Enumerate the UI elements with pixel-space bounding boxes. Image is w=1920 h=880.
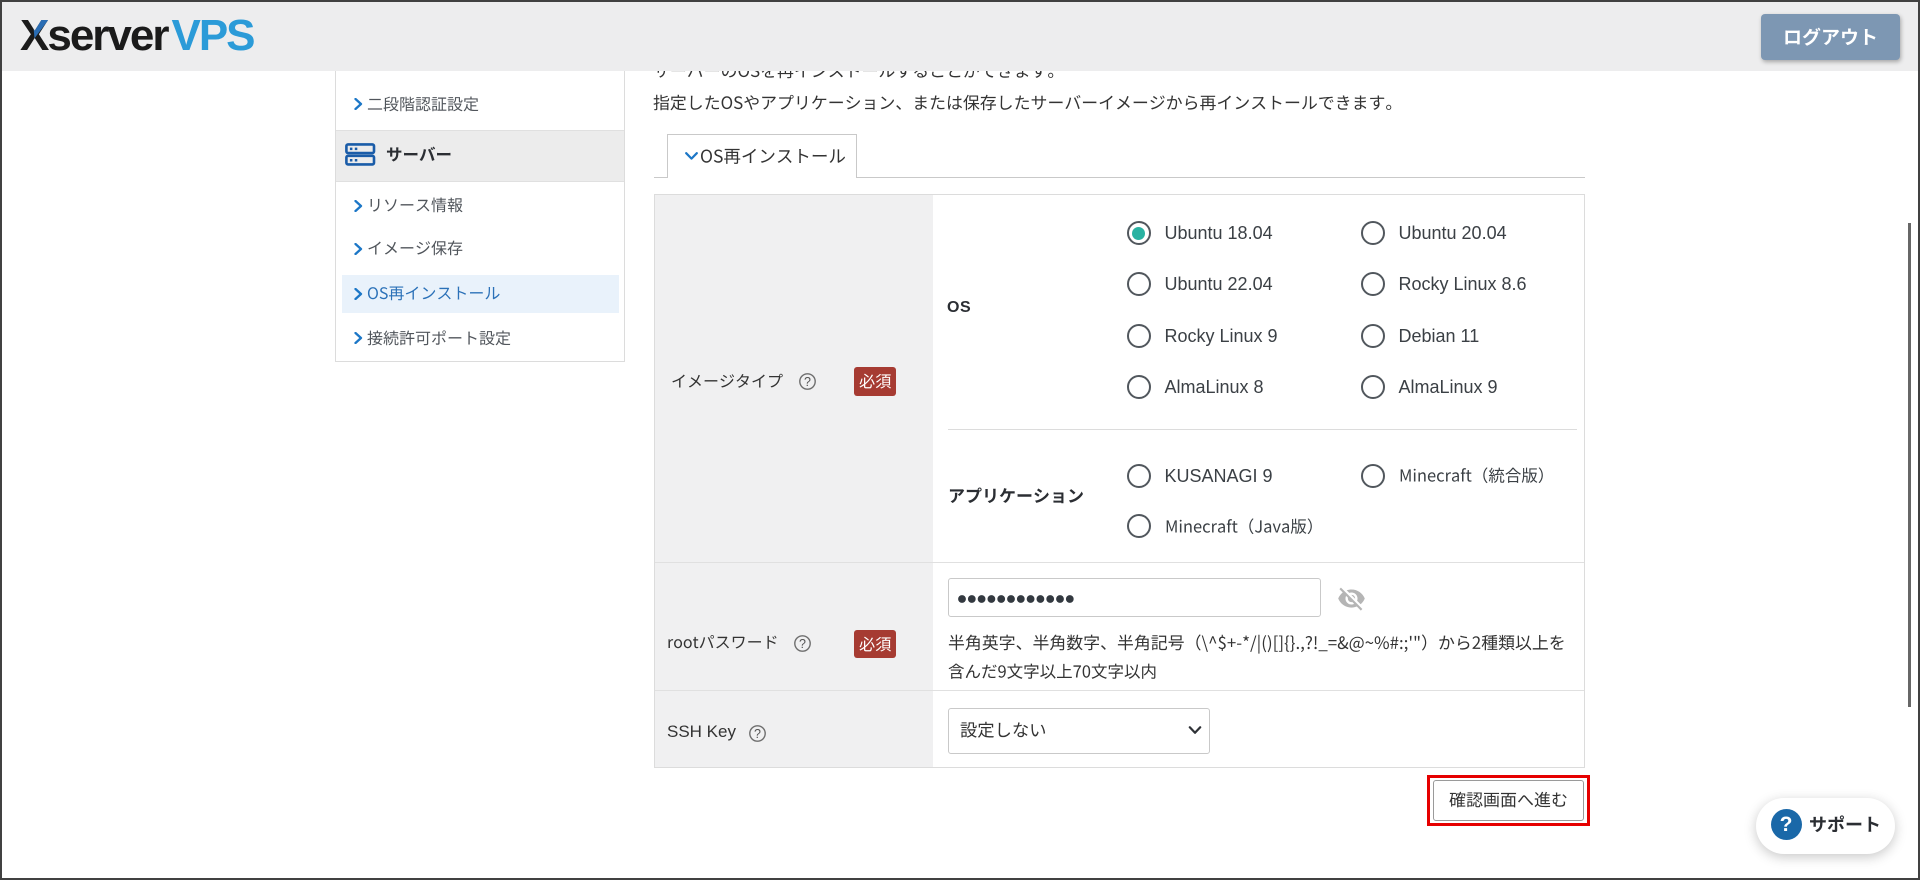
svg-text:?: ? xyxy=(804,375,811,389)
svg-text:?: ? xyxy=(799,637,806,651)
svg-text:?: ? xyxy=(754,727,761,741)
